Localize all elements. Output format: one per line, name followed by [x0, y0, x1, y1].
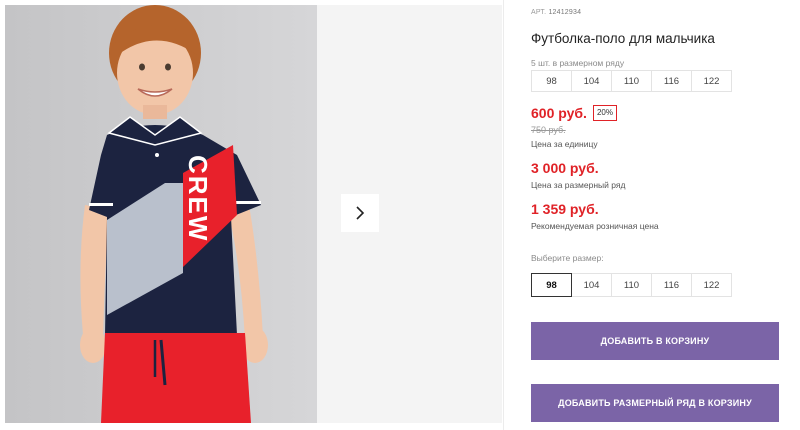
- series-size-item: 110: [611, 70, 652, 92]
- rrp-price: 1 359 руб.: [531, 201, 599, 217]
- discount-badge: 20%: [592, 105, 617, 121]
- series-size-item: 116: [651, 70, 692, 92]
- size-option-104[interactable]: 104: [571, 273, 612, 297]
- product-title: Футболка-поло для мальчика: [531, 31, 715, 46]
- series-size-item: 104: [571, 70, 612, 92]
- size-option-122[interactable]: 122: [691, 273, 732, 297]
- series-size-item: 98: [531, 70, 572, 92]
- size-option-98[interactable]: 98: [531, 273, 572, 297]
- gallery-next-button[interactable]: [341, 194, 379, 232]
- article-number: АРТ. 12412934: [531, 9, 581, 16]
- unit-price-label: Цена за единицу: [531, 139, 598, 149]
- article-value: 12412934: [548, 9, 582, 16]
- size-option-116[interactable]: 116: [651, 273, 692, 297]
- series-price-label: Цена за размерный ряд: [531, 180, 626, 190]
- product-gallery: CREW: [0, 0, 505, 430]
- series-size-list: 98 104 110 116 122: [531, 70, 732, 92]
- series-price: 3 000 руб.: [531, 160, 599, 176]
- add-series-to-cart-button[interactable]: ДОБАВИТЬ РАЗМЕРНЫЙ РЯД В КОРЗИНУ: [531, 384, 779, 422]
- rrp-price-label: Рекомендуемая розничная цена: [531, 221, 659, 231]
- shirt-print-text: CREW: [183, 155, 213, 242]
- series-size-note: 5 шт. в размерном ряду: [531, 58, 625, 68]
- size-select-label: Выберите размер:: [531, 253, 604, 263]
- boy-polo-illustration: CREW: [5, 5, 317, 423]
- price-row: 600 руб. 20%: [531, 105, 617, 121]
- series-size-item: 122: [691, 70, 732, 92]
- size-selector: 98 104 110 116 122: [531, 273, 732, 297]
- old-price: 750 руб.: [531, 125, 566, 135]
- add-to-cart-button[interactable]: ДОБАВИТЬ В КОРЗИНУ: [531, 322, 779, 360]
- article-label: АРТ.: [531, 9, 547, 16]
- unit-price: 600 руб.: [531, 105, 587, 121]
- product-photo: CREW: [5, 5, 317, 423]
- column-divider: [503, 0, 504, 430]
- size-option-110[interactable]: 110: [611, 273, 652, 297]
- chevron-right-icon: [356, 206, 365, 220]
